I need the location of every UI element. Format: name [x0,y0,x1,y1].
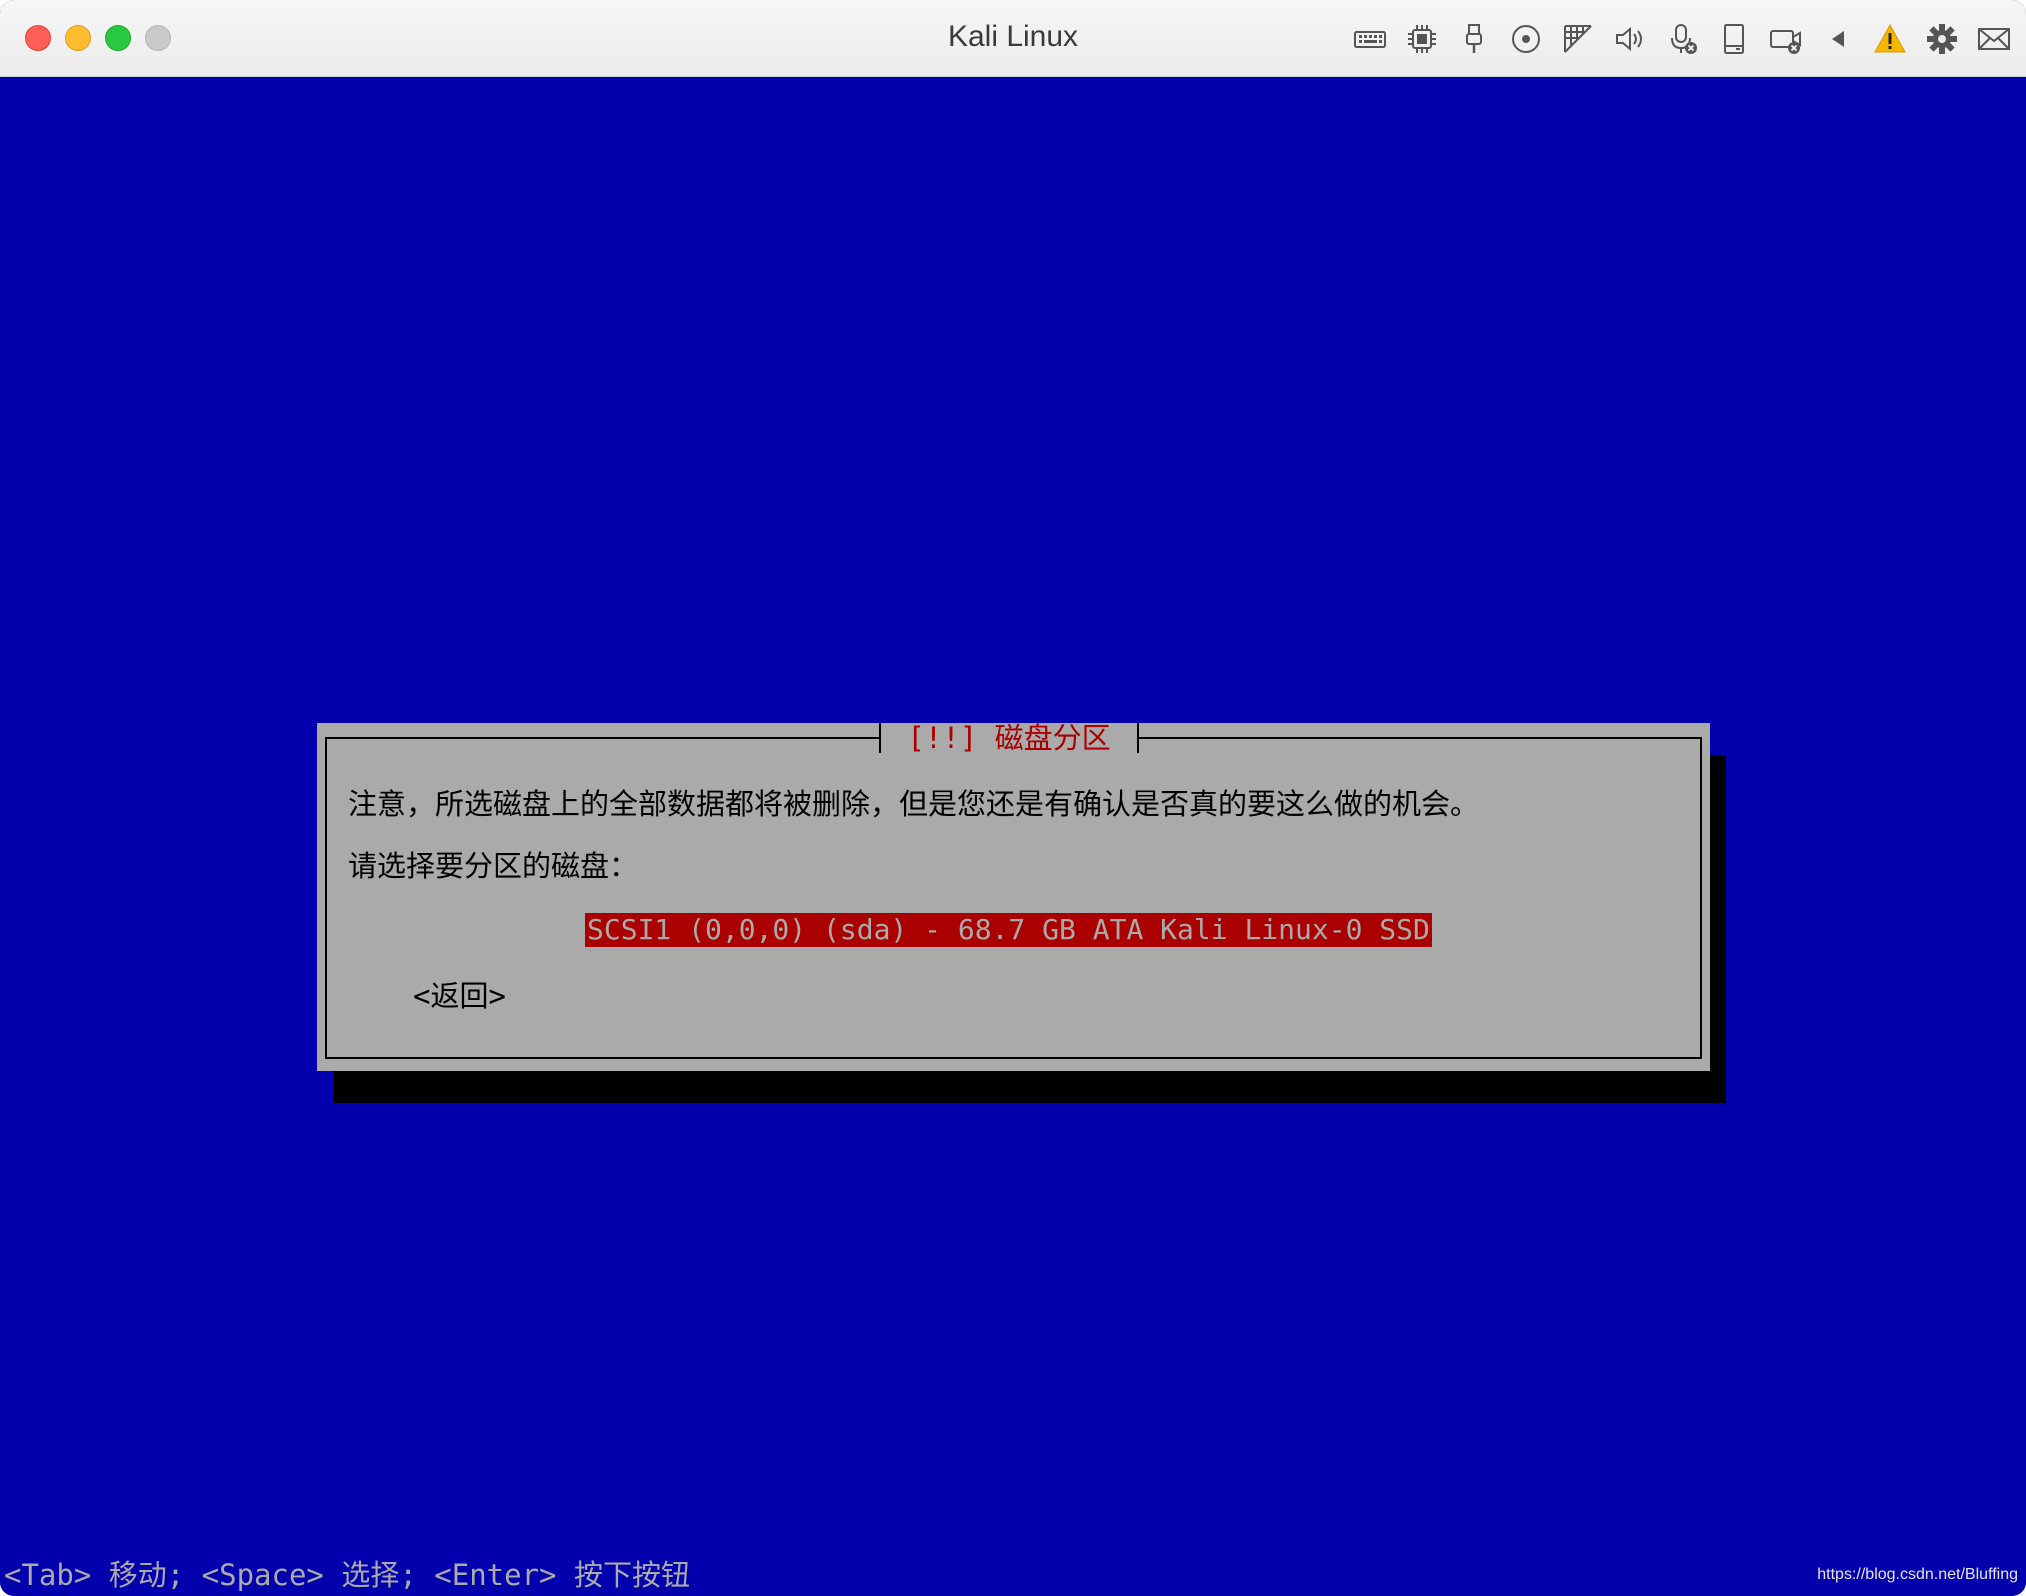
warning-icon[interactable] [1872,21,1908,57]
gear-icon[interactable] [1924,21,1960,57]
mail-icon[interactable] [1976,21,2012,57]
watermark: https://blog.csdn.net/Bluffing [1817,1566,2018,1583]
keyboard-icon[interactable] [1352,21,1388,57]
dialog-prompt: 请选择要分区的磁盘： [348,849,639,883]
speaker-icon[interactable] [1612,21,1648,57]
disk-option-selected[interactable]: SCSI1 (0,0,0) (sda) - 68.7 GB ATA Kali L… [585,913,1432,947]
vm-toolbar [1352,18,2012,60]
storage-icon[interactable] [1716,21,1752,57]
camera-icon[interactable] [1768,21,1804,57]
usb-icon[interactable] [1456,21,1492,57]
help-bar: <Tab> 移动; <Space> 选择; <Enter> 按下按钮 [4,1558,690,1592]
vm-window: Kali Linux [!!] 磁盘分区 注意，所选磁盘上的全部数据都将被删除，… [0,0,2026,1596]
dialog-title: [!!] 磁盘分区 [879,723,1139,753]
vm-screen[interactable]: [!!] 磁盘分区 注意，所选磁盘上的全部数据都将被删除，但是您还是有确认是否真… [0,77,2026,1596]
partition-dialog: [!!] 磁盘分区 注意，所选磁盘上的全部数据都将被删除，但是您还是有确认是否真… [317,723,1710,1071]
disc-icon[interactable] [1508,21,1544,57]
network-icon[interactable] [1560,21,1596,57]
back-arrow-icon[interactable] [1820,21,1856,57]
back-button[interactable]: <返回> [413,973,506,1015]
microphone-icon[interactable] [1664,21,1700,57]
window-titlebar: Kali Linux [0,0,2026,77]
cpu-icon[interactable] [1404,21,1440,57]
dialog-notice: 注意，所选磁盘上的全部数据都将被删除，但是您还是有确认是否真的要这么做的机会。 [348,787,1480,821]
